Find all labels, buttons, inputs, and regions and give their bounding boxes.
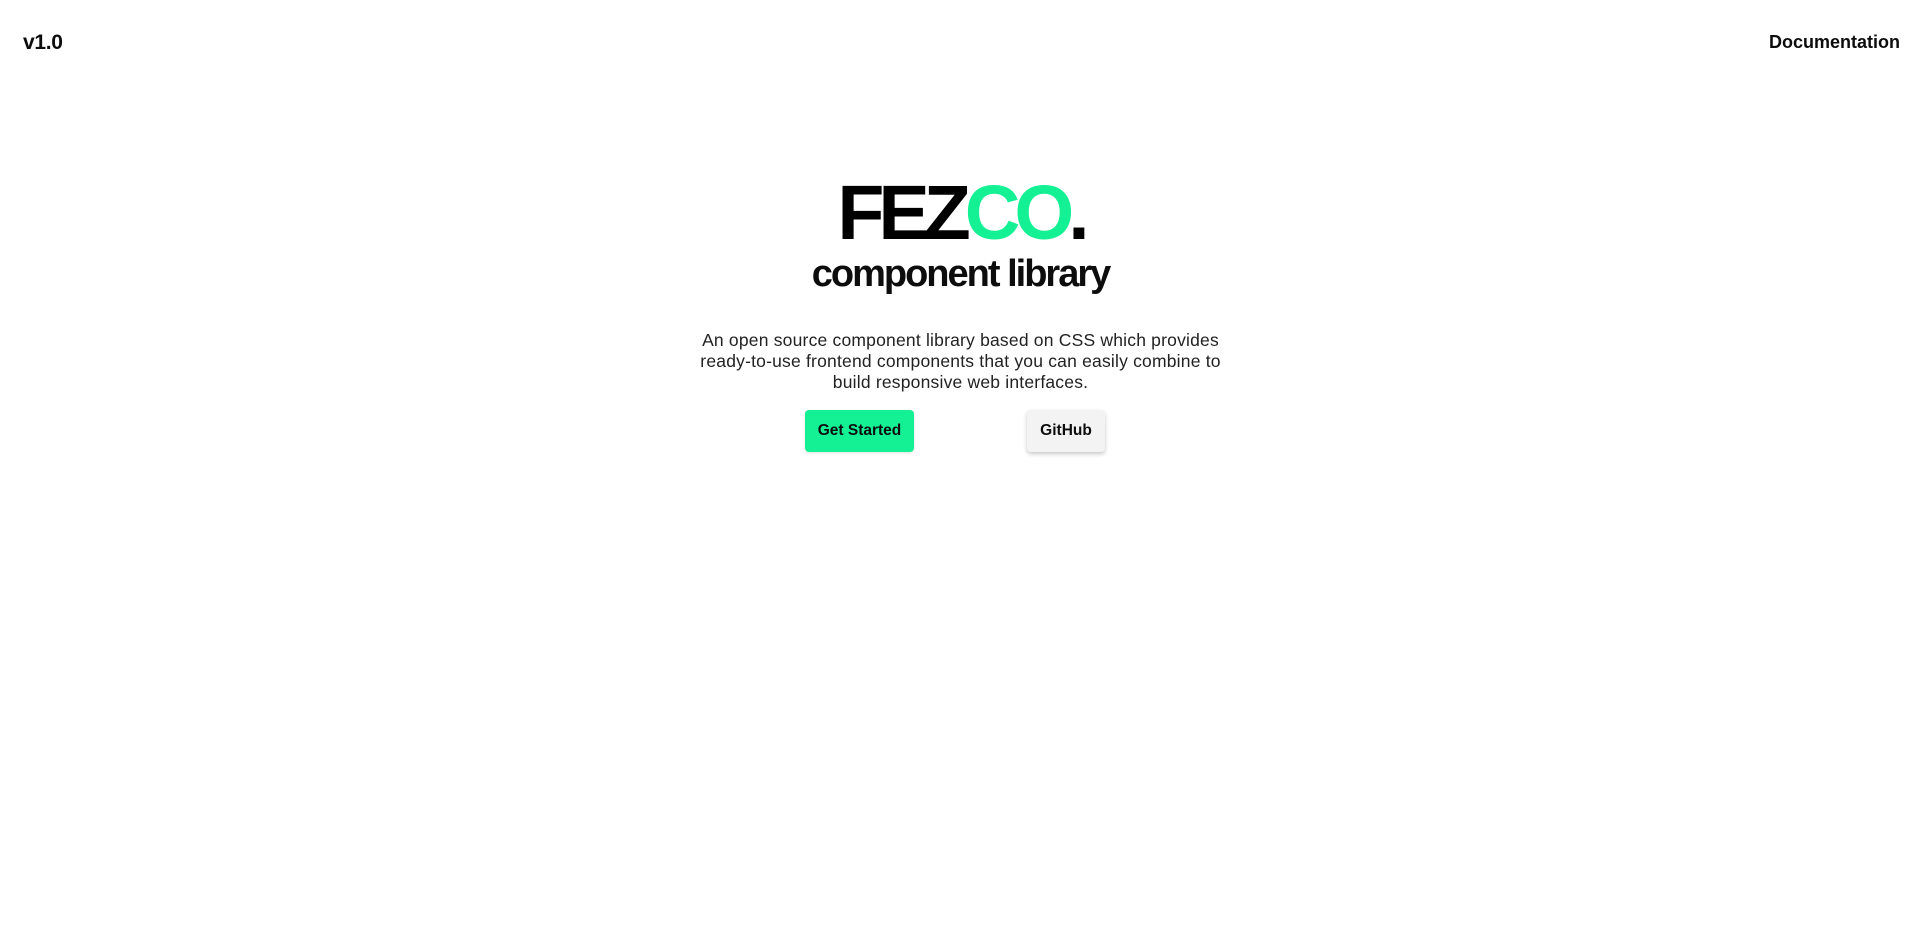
- logo-text-accent: CO: [964, 170, 1074, 256]
- github-button[interactable]: GitHub: [1027, 410, 1105, 452]
- logo-dot: .: [1068, 170, 1090, 256]
- logo-text-dark: FEZ: [837, 170, 970, 256]
- get-started-button[interactable]: Get Started: [805, 410, 914, 452]
- hero-description: An open source component library based o…: [700, 330, 1221, 392]
- top-bar: v1.0 Documentation: [0, 0, 1921, 88]
- documentation-link[interactable]: Documentation: [1769, 32, 1900, 53]
- version-label: v1.0: [23, 31, 63, 54]
- logo: FEZCO.: [0, 168, 1921, 258]
- hero-section: FEZCO. component library An open source …: [0, 168, 1921, 393]
- hero-actions: Get Started GitHub: [0, 410, 1921, 454]
- page-subtitle: component library: [811, 253, 1112, 295]
